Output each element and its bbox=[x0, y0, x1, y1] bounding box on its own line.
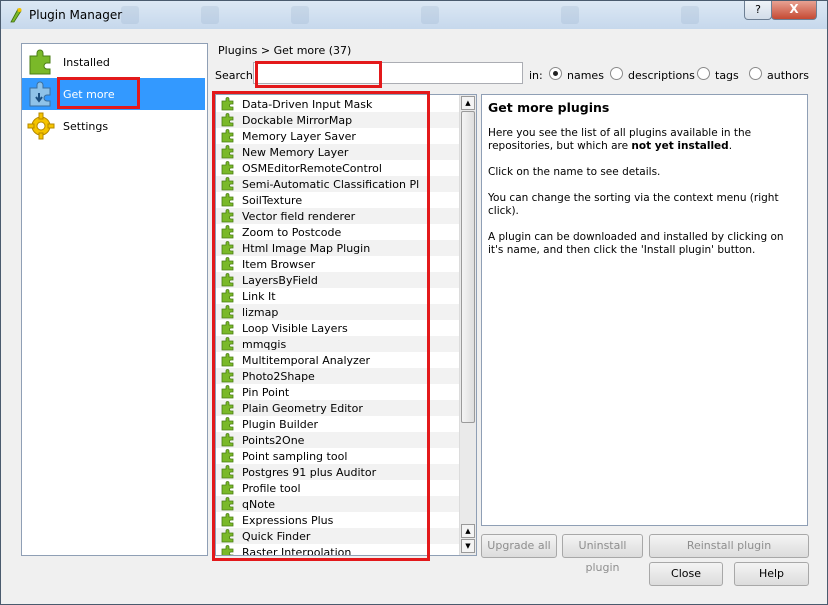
help-button[interactable]: Help bbox=[734, 562, 809, 586]
details-bold-text: not yet installed bbox=[631, 140, 729, 152]
background-icon bbox=[681, 6, 699, 24]
radio-names[interactable] bbox=[549, 67, 562, 80]
search-scope-label: in: bbox=[529, 69, 543, 82]
scroll-up-button[interactable]: ▲ bbox=[461, 96, 475, 110]
radio-names-label: names bbox=[567, 69, 604, 82]
radio-authors-label: authors bbox=[767, 69, 809, 82]
upgrade-all-button[interactable]: Upgrade all bbox=[481, 534, 557, 558]
details-paragraph: Click on the name to see details. bbox=[488, 166, 661, 178]
sidebar-item-label: Installed bbox=[63, 56, 110, 69]
plugin-list-scrollbar[interactable]: ▲ ▲ ▼ bbox=[459, 95, 476, 555]
sidebar-item-label: Settings bbox=[63, 120, 109, 133]
title-help-button[interactable]: ? bbox=[744, 1, 772, 20]
scroll-down-button[interactable]: ▼ bbox=[461, 539, 475, 553]
uninstall-plugin-button[interactable]: Uninstall plugin bbox=[562, 534, 643, 574]
window-title: Plugin Manager bbox=[29, 8, 123, 22]
puzzle-download-icon bbox=[29, 81, 51, 107]
reinstall-plugin-button[interactable]: Reinstall plugin bbox=[649, 534, 809, 558]
puzzle-icon bbox=[29, 49, 51, 75]
background-icon bbox=[291, 6, 309, 24]
title-bar: Plugin Manager ? X bbox=[1, 1, 827, 29]
sidebar-item-installed[interactable]: Installed bbox=[22, 46, 205, 78]
radio-descriptions[interactable] bbox=[610, 67, 623, 80]
highlight-search bbox=[255, 61, 382, 88]
plugin-details-panel: Get more plugins Here you see the list o… bbox=[481, 94, 808, 526]
highlight-plugin-list bbox=[212, 91, 430, 561]
background-icon bbox=[421, 6, 439, 24]
gear-icon bbox=[27, 112, 55, 140]
sidebar-item-settings[interactable]: Settings bbox=[22, 110, 205, 142]
title-close-button[interactable]: X bbox=[771, 1, 817, 20]
highlight-get-more bbox=[57, 77, 140, 109]
details-text-end: . bbox=[728, 140, 733, 152]
background-icon bbox=[561, 6, 579, 24]
radio-authors[interactable] bbox=[749, 67, 762, 80]
details-heading: Get more plugins bbox=[488, 100, 610, 115]
background-icon bbox=[201, 6, 219, 24]
radio-descriptions-label: descriptions bbox=[628, 69, 695, 82]
breadcrumb: Plugins > Get more (37) bbox=[218, 44, 352, 57]
details-paragraph: Here you see the list of all plugins ava… bbox=[488, 127, 801, 153]
radio-tags[interactable] bbox=[697, 67, 710, 80]
search-label: Search bbox=[215, 69, 253, 82]
scroll-up-button-lower[interactable]: ▲ bbox=[461, 524, 475, 538]
qgis-logo-icon bbox=[10, 8, 22, 23]
details-paragraph: A plugin can be downloaded and installed… bbox=[488, 231, 784, 256]
sidebar: Installed Get more Settings bbox=[21, 43, 208, 556]
close-button[interactable]: Close bbox=[649, 562, 723, 586]
background-icon bbox=[121, 6, 139, 24]
plugin-manager-window: Plugin Manager ? X Installed Get more Se… bbox=[0, 0, 828, 605]
scroll-thumb[interactable] bbox=[461, 111, 475, 423]
details-paragraph: You can change the sorting via the conte… bbox=[488, 192, 779, 217]
radio-tags-label: tags bbox=[715, 69, 739, 82]
